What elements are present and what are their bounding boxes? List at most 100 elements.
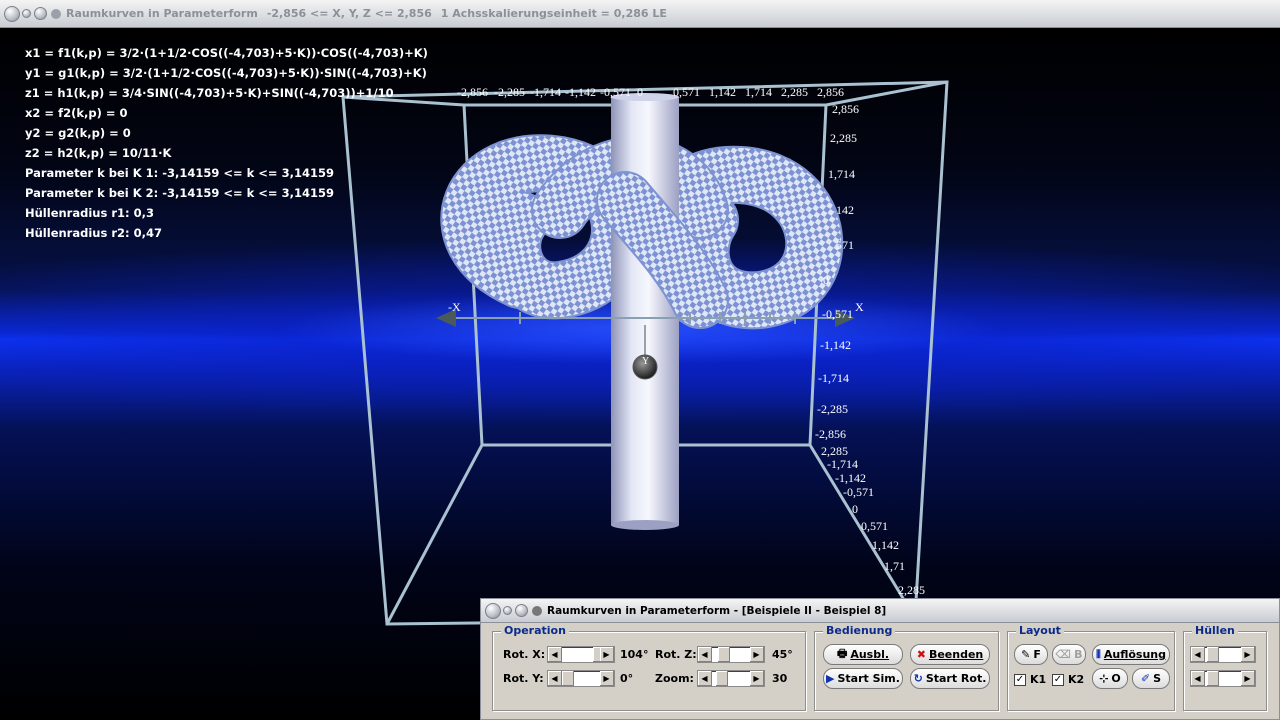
svg-text:1,142: 1,142 (709, 85, 736, 99)
rot-x-right-arrow[interactable]: ▶ (600, 647, 614, 662)
rot-z-thumb[interactable] (718, 647, 730, 662)
operation-label: Operation (501, 624, 569, 637)
hull-2-thumb[interactable] (1207, 671, 1219, 686)
hull-2-left-arrow[interactable]: ◀ (1191, 671, 1205, 686)
zoom-value: 30 (772, 672, 788, 685)
minimize-button[interactable] (22, 9, 31, 18)
rot-y-thumb[interactable] (562, 671, 574, 686)
hull-radius-2-scrollbar[interactable]: ◀ ▶ (1190, 670, 1256, 687)
brush-icon: ✎ (1021, 648, 1031, 661)
s-button[interactable]: ✐ S (1132, 668, 1170, 689)
svg-text:0,571: 0,571 (673, 85, 700, 99)
cylinder-surface (611, 93, 679, 530)
rot-z-scrollbar[interactable]: ◀ ▶ (697, 646, 765, 663)
window-scale: 1 Achsskalierungseinheit = 0,286 LE (440, 7, 667, 20)
window-range: -2,856 <= X, Y, Z <= 2,856 (266, 7, 432, 20)
f-button[interactable]: ✎ F (1014, 644, 1048, 665)
svg-text:2,285: 2,285 (898, 583, 925, 597)
svg-text:-0,571: -0,571 (600, 85, 631, 99)
bedienung-group: Bedienung 🖶 Ausbl. ✖ Beenden ▶ Start Sim. ↻… (814, 624, 999, 711)
rot-y-left-arrow[interactable]: ◀ (548, 671, 562, 686)
svg-text:-1,142: -1,142 (835, 471, 866, 485)
resolution-icon: ⦀ (1096, 647, 1101, 661)
zoom-scrollbar[interactable]: ◀ ▶ (697, 670, 765, 687)
control-maximize-button[interactable] (515, 604, 528, 617)
start-rot-button[interactable]: ↻ Start Rot. (910, 668, 990, 689)
rot-y-scrollbar[interactable]: ◀ ▶ (547, 670, 615, 687)
svg-text:-0,571: -0,571 (843, 485, 874, 499)
rotate-icon: ↻ (913, 672, 923, 685)
svg-text:-1,142: -1,142 (565, 85, 596, 99)
control-menu-button[interactable] (485, 602, 501, 619)
eraser-icon: ⌫ (1055, 648, 1072, 661)
svg-text:-1,142: -1,142 (820, 338, 851, 352)
hull-radius-r1: Hüllenradius r1: 0,3 (25, 206, 154, 220)
hull-radius-1-scrollbar[interactable]: ◀ ▶ (1190, 646, 1256, 663)
bedienung-label: Bedienung (823, 624, 896, 637)
control-minimize-button[interactable] (503, 606, 512, 615)
svg-text:0: 0 (637, 85, 643, 99)
x-axis-label: X (855, 300, 864, 314)
hull-2-right-arrow[interactable]: ▶ (1241, 671, 1255, 686)
svg-text:-1,714: -1,714 (818, 371, 849, 385)
svg-text:1,71: 1,71 (884, 559, 905, 573)
zoom-thumb[interactable] (716, 671, 728, 686)
rot-x-left-arrow[interactable]: ◀ (548, 647, 562, 662)
control-window: Raumkurven in Parameterform - [Beispiele… (480, 598, 1280, 720)
close-icon: ✖ (916, 648, 926, 661)
formula-z2: z2 = h2(k,p) = 10/11·K (25, 146, 172, 160)
parameter-k2-range: Parameter k bei K 2: -3,14159 <= k <= 3,… (25, 186, 334, 200)
huellen-label: Hüllen (1192, 624, 1238, 637)
window-menu-button[interactable] (4, 5, 20, 22)
aufloesung-button[interactable]: ⦀ Auflösung (1092, 644, 1170, 665)
ausbl-button[interactable]: 🖶 Ausbl. (823, 644, 903, 665)
svg-text:-1,714: -1,714 (530, 85, 561, 99)
rot-z-right-arrow[interactable]: ▶ (750, 647, 764, 662)
hull-1-thumb[interactable] (1207, 647, 1219, 662)
svg-text:2,856: 2,856 (817, 85, 844, 99)
svg-text:2,285: 2,285 (821, 444, 848, 458)
rot-x-label: Rot. X: (503, 648, 546, 661)
rot-y-right-arrow[interactable]: ▶ (600, 671, 614, 686)
svg-text:-1,714: -1,714 (827, 457, 858, 471)
beenden-button[interactable]: ✖ Beenden (910, 644, 990, 665)
o-button[interactable]: ⊹ O (1092, 668, 1128, 689)
svg-text:-2,285: -2,285 (494, 85, 525, 99)
rot-y-value: 0° (620, 672, 634, 685)
maximize-button[interactable] (34, 7, 47, 20)
rot-z-left-arrow[interactable]: ◀ (698, 647, 712, 662)
formula-list: x1 = f1(k,p) = 3/2·(1+1/2·COS((-4,703)+5… (25, 43, 428, 243)
svg-text:-0,571: -0,571 (822, 307, 853, 321)
rot-x-scrollbar[interactable]: ◀ ▶ (547, 646, 615, 663)
start-sim-button[interactable]: ▶ Start Sim. (823, 668, 903, 689)
zoom-label: Zoom: (655, 672, 694, 685)
rot-z-value: 45° (772, 648, 793, 661)
k2-label: K2 (1068, 673, 1085, 686)
formula-x2: x2 = f2(k,p) = 0 (25, 106, 128, 120)
main-title-bar: Raumkurven in Parameterform -2,856 <= X,… (0, 0, 1280, 28)
huellen-group: Hüllen ◀ ▶ ◀ ▶ (1183, 624, 1267, 711)
app-icon (51, 8, 61, 19)
rot-x-value: 104° (620, 648, 649, 661)
paint-icon: ✐ (1140, 672, 1151, 685)
y-axis-label: Y (642, 356, 649, 367)
depth-tick-labels: 2,285 -1,714 -1,142 -0,571 0 0,571 1,142… (821, 444, 925, 597)
svg-text:0: 0 (823, 273, 829, 287)
hull-1-right-arrow[interactable]: ▶ (1241, 647, 1255, 662)
hull-radius-r2: Hüllenradius r2: 0,47 (25, 226, 162, 240)
b-button[interactable]: ⌫ B (1052, 644, 1086, 665)
svg-text:2,285: 2,285 (781, 85, 808, 99)
play-icon: ▶ (826, 672, 835, 685)
svg-text:1,714: 1,714 (745, 85, 772, 99)
zoom-left-arrow[interactable]: ◀ (698, 671, 712, 686)
zoom-right-arrow[interactable]: ▶ (750, 671, 764, 686)
svg-text:2,856: 2,856 (832, 102, 859, 116)
hull-1-left-arrow[interactable]: ◀ (1191, 647, 1205, 662)
rot-z-label: Rot. Z: (655, 648, 697, 661)
k1-checkbox[interactable]: ✓ (1014, 674, 1026, 686)
layout-label: Layout (1016, 624, 1064, 637)
svg-text:-2,285: -2,285 (817, 402, 848, 416)
control-title-bar: Raumkurven in Parameterform - [Beispiele… (481, 599, 1279, 623)
svg-text:2,285: 2,285 (830, 131, 857, 145)
k2-checkbox[interactable]: ✓ (1052, 674, 1064, 686)
